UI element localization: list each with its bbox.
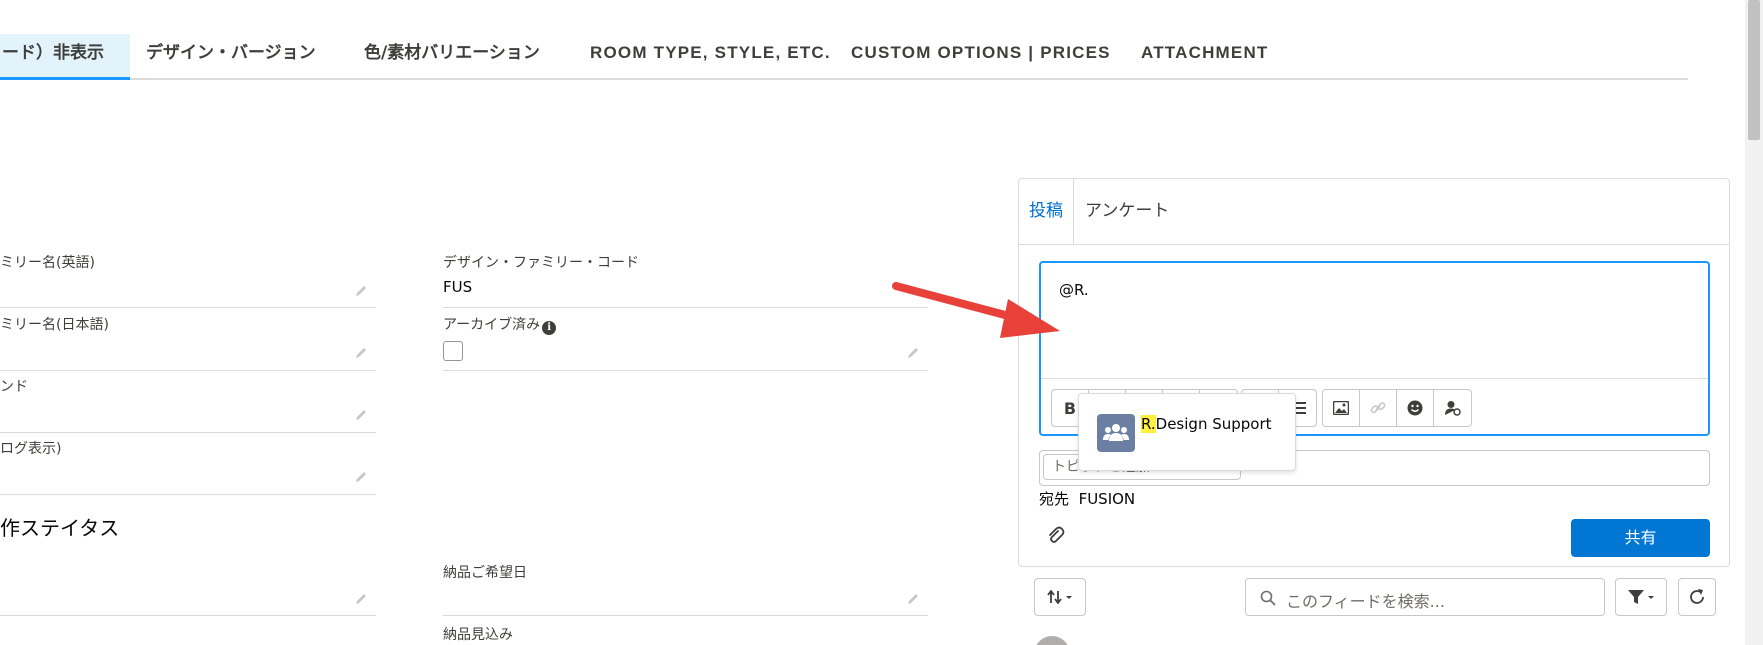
field-divider — [443, 615, 928, 616]
info-icon[interactable]: i — [542, 321, 557, 335]
sort-icon — [1047, 590, 1072, 604]
refresh-icon — [1690, 589, 1704, 604]
archived-checkbox[interactable] — [443, 341, 463, 361]
mention-user-icon[interactable] — [1434, 390, 1471, 426]
chatter-publisher: 投稿 アンケート @R. B I U S Tx — [1018, 178, 1730, 567]
field-label-catalog-display: ログ表示) — [0, 441, 62, 457]
edit-pencil-icon[interactable] — [354, 408, 368, 422]
mention-match-highlight: R. — [1141, 415, 1156, 433]
edit-pencil-icon[interactable] — [354, 470, 368, 484]
record-tab-bar: ード）非表示 デザイン・バージョン 色/素材バリエーション ROOM TYPE,… — [0, 34, 1688, 80]
field-label-requested-delivery-date: 納品ご希望日 — [443, 565, 527, 581]
emoji-icon[interactable] — [1397, 390, 1434, 426]
sort-feed-button[interactable] — [1034, 578, 1086, 616]
section-title-production-status: 作ステイタス — [0, 516, 120, 540]
filter-feed-button[interactable] — [1615, 578, 1667, 616]
field-label-archived: アーカイブ済み i — [443, 314, 557, 335]
link-icon[interactable] — [1360, 390, 1397, 426]
field-divider — [443, 307, 928, 308]
group-icon — [1097, 414, 1135, 452]
publisher-tabs: 投稿 アンケート — [1019, 179, 1729, 245]
mention-suggestion-popup: R.Design Support — [1078, 393, 1296, 471]
field-label-expected-delivery: 納品見込み — [443, 627, 513, 643]
annotation-arrow-icon — [892, 282, 1060, 338]
edit-pencil-icon[interactable] — [354, 284, 368, 298]
tab-poll[interactable]: アンケート — [1075, 179, 1179, 245]
field-label-design-family-code: デザイン・ファミリー・コード — [443, 255, 639, 271]
image-icon[interactable] — [1323, 390, 1360, 426]
edit-pencil-icon[interactable] — [906, 592, 920, 606]
filter-icon — [1628, 590, 1654, 604]
page-scrollbar[interactable] — [1745, 0, 1763, 645]
scrollbar-thumb[interactable] — [1748, 0, 1760, 140]
field-label-family-name-ja: ミリー名(日本語) — [0, 317, 109, 333]
mention-suggestion-name: Design Support — [1155, 415, 1272, 433]
search-icon — [1260, 590, 1276, 606]
field-divider — [0, 494, 376, 495]
feed-search[interactable]: このフィードを検索... — [1245, 578, 1605, 616]
recipient-line: 宛先 FUSION — [1039, 488, 1135, 509]
field-divider — [443, 370, 928, 371]
tab-custom-options-prices[interactable]: CUSTOM OPTIONS | PRICES — [851, 34, 1111, 80]
edit-pencil-icon[interactable] — [354, 592, 368, 606]
field-label-brand: ンド — [0, 379, 28, 395]
tab-color-material-variation[interactable]: 色/素材バリエーション — [364, 34, 540, 80]
field-divider — [0, 615, 376, 616]
field-label-family-name-en: ミリー名(英語) — [0, 255, 95, 271]
field-value-design-family-code: FUS — [443, 278, 473, 296]
share-button[interactable]: 共有 — [1571, 519, 1710, 557]
field-label-archived-text: アーカイブ済み — [443, 317, 541, 333]
tab-room-type-style[interactable]: ROOM TYPE, STYLE, ETC. — [590, 34, 831, 80]
post-editor[interactable]: @R. B I U S Tx — [1039, 261, 1710, 471]
field-divider — [0, 432, 376, 433]
field-divider — [0, 370, 376, 371]
tab-design-version[interactable]: デザイン・バージョン — [146, 34, 316, 80]
edit-pencil-icon[interactable] — [354, 346, 368, 360]
tab-hidden-code[interactable]: ード）非表示 — [0, 34, 130, 80]
feed-item-avatar[interactable] — [1034, 636, 1070, 645]
refresh-feed-button[interactable] — [1678, 578, 1716, 616]
recipient-value: FUSION — [1078, 490, 1136, 508]
mention-suggestion-item[interactable]: R.Design Support — [1141, 415, 1272, 433]
attach-file-icon[interactable] — [1045, 525, 1067, 547]
feed-search-input[interactable]: このフィードを検索... — [1286, 588, 1445, 612]
insert-group — [1322, 389, 1472, 427]
tab-attachment[interactable]: ATTACHMENT — [1141, 34, 1269, 80]
edit-pencil-icon[interactable] — [906, 346, 920, 360]
tab-post[interactable]: 投稿 — [1019, 179, 1074, 245]
field-divider — [0, 307, 376, 308]
recipient-label: 宛先 — [1039, 490, 1070, 508]
